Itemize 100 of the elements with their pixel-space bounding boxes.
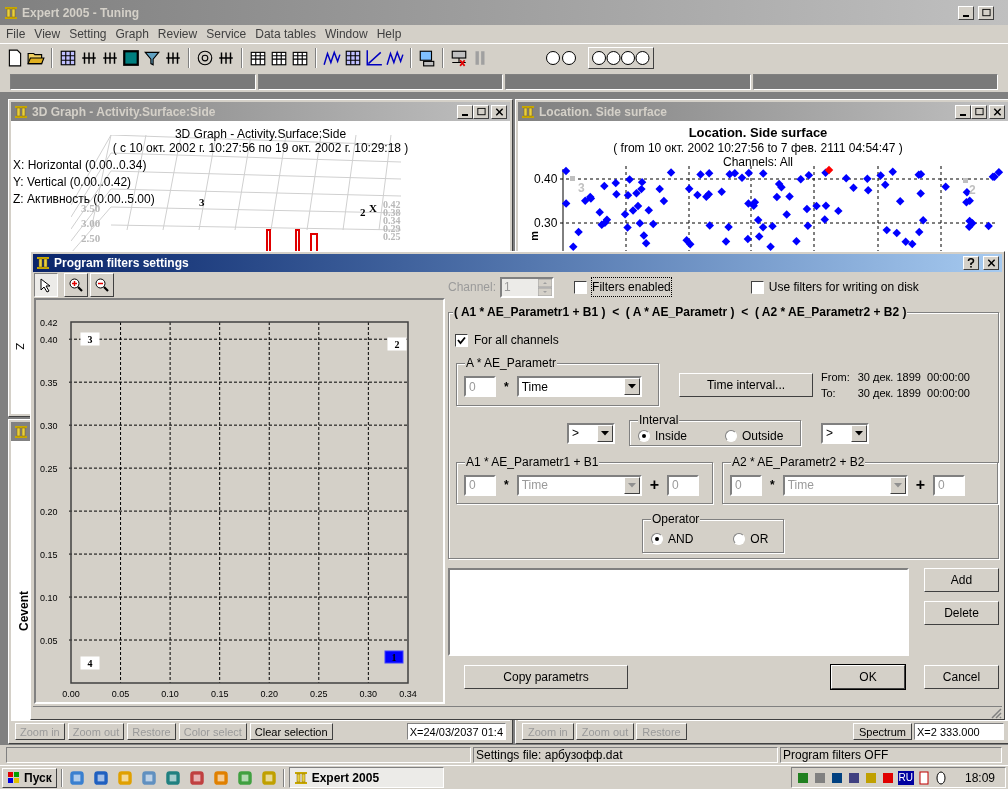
- tick-label: 2.50: [81, 231, 101, 246]
- close-button[interactable]: [491, 104, 507, 119]
- corner-label: 2: [969, 182, 976, 199]
- axes-icon[interactable]: [365, 48, 383, 67]
- add-button[interactable]: Add: [924, 568, 999, 592]
- tray-icon[interactable]: [795, 770, 810, 785]
- menu-item[interactable]: Service: [206, 25, 247, 43]
- menu-item[interactable]: Data tables: [255, 25, 316, 43]
- taskbar-button[interactable]: Expert 2005: [288, 767, 444, 788]
- minimize-button[interactable]: [958, 5, 974, 20]
- grid-icon[interactable]: [344, 48, 362, 67]
- tick-label: 0.30: [40, 421, 58, 432]
- quick-launch-icon[interactable]: [163, 768, 182, 787]
- menu-item[interactable]: Window: [324, 25, 368, 43]
- mouse-icon[interactable]: [933, 770, 948, 785]
- region-marker[interactable]: 2: [387, 337, 407, 351]
- tick-label: 0.15: [40, 550, 58, 561]
- tray-icon[interactable]: [846, 770, 861, 785]
- minimize-button[interactable]: [955, 104, 971, 119]
- language-indicator[interactable]: RU: [897, 770, 914, 785]
- axis-title: Cevent: [16, 591, 32, 631]
- checkbox[interactable]: [455, 333, 468, 347]
- channel-label: Channel:: [448, 279, 497, 296]
- radio-label: Outside: [742, 427, 784, 445]
- radio-button[interactable]: [651, 533, 663, 545]
- region-marker[interactable]: 4: [80, 656, 100, 670]
- tray-icon[interactable]: [916, 770, 931, 785]
- maximize-button[interactable]: [971, 104, 987, 119]
- comparison-dropdown[interactable]: >: [821, 422, 869, 444]
- menu-item[interactable]: Setting: [69, 25, 107, 43]
- minimize-button[interactable]: [457, 104, 473, 119]
- corner-marker: [963, 178, 968, 183]
- menu-item[interactable]: Graph: [115, 25, 149, 43]
- target-icon[interactable]: [196, 48, 214, 67]
- menu-item[interactable]: View: [34, 25, 61, 43]
- tick-label: 0.40: [534, 172, 558, 186]
- tick-label: 0.10: [161, 689, 179, 699]
- line-chart-icon[interactable]: [386, 48, 404, 67]
- axis-label: Z: [14, 343, 26, 350]
- readout-field: X=2 333.000: [914, 722, 1004, 740]
- pointer-tool-button[interactable]: [34, 273, 58, 297]
- menu-item[interactable]: Help: [376, 25, 402, 43]
- date-range-text: ( from 10 окт. 2002 10:27:56 to 7 фев. 2111 04:54:47 ): [613, 141, 903, 155]
- radio-button[interactable]: [725, 429, 738, 442]
- square-icon[interactable]: [122, 48, 140, 67]
- corner-label: 3: [199, 195, 205, 210]
- minimize-icon: [963, 14, 969, 17]
- quick-launch-icon[interactable]: [67, 768, 86, 787]
- corner-marker: [570, 176, 575, 181]
- network-delete-icon[interactable]: [450, 48, 468, 67]
- parameter-dropdown[interactable]: Time: [516, 376, 642, 397]
- maximize-button[interactable]: [473, 104, 489, 119]
- time-interval-button[interactable]: Time interval...: [679, 372, 813, 397]
- minimize-icon: [462, 113, 468, 116]
- ok-button[interactable]: OK: [831, 665, 905, 689]
- zoom-in-button[interactable]: [64, 273, 88, 297]
- radio-button[interactable]: [733, 533, 746, 545]
- app-icon: [293, 770, 308, 785]
- axis-title: m: [527, 231, 541, 241]
- tick-label: 0.25: [383, 233, 401, 241]
- copy-button[interactable]: Copy parametrs: [464, 665, 628, 689]
- maximize-button[interactable]: [978, 5, 994, 20]
- help-icon: [967, 258, 975, 268]
- tick-label: 0.05: [40, 636, 58, 646]
- zoom-out-button[interactable]: [90, 273, 114, 297]
- line-chart-icon[interactable]: [323, 48, 341, 67]
- comparison-dropdown[interactable]: >: [567, 422, 615, 444]
- grid-icon[interactable]: [59, 48, 77, 67]
- tray-icon[interactable]: [880, 770, 895, 785]
- delete-button[interactable]: Delete: [924, 601, 999, 625]
- close-button[interactable]: [989, 104, 1005, 119]
- tick-label: 0.20: [40, 507, 58, 518]
- menu-item[interactable]: Review: [157, 25, 198, 43]
- multiply-sign: *: [504, 378, 509, 396]
- quick-launch-icon[interactable]: [187, 768, 206, 787]
- to-value: 30 дек. 1899 00:00:00: [857, 385, 970, 401]
- monitor-icon[interactable]: [418, 48, 436, 67]
- help-button[interactable]: [963, 256, 979, 270]
- checkbox[interactable]: [750, 280, 764, 294]
- maximize-icon: [973, 106, 985, 117]
- tray-icon[interactable]: [829, 770, 844, 785]
- region-marker[interactable]: 3: [80, 332, 100, 346]
- zoom-in-icon: [68, 277, 84, 293]
- clock: 18:09: [964, 769, 995, 787]
- multiply-sign: *: [770, 477, 775, 494]
- filter-list[interactable]: [448, 568, 909, 656]
- checkbox[interactable]: [574, 280, 588, 294]
- menu-item[interactable]: File: [6, 25, 26, 43]
- status-panel: Program filters OFF: [780, 747, 1002, 763]
- cancel-button[interactable]: Cancel: [924, 665, 999, 689]
- radio-button[interactable]: [638, 429, 650, 442]
- tick-label: 0.10: [40, 593, 58, 604]
- window-title: 3D Graph - Activity.Surface:Side: [32, 103, 216, 121]
- close-button[interactable]: [983, 256, 999, 270]
- toolbar-button[interactable]: Clear selection: [249, 722, 333, 740]
- toolbar-button[interactable]: Spectrum: [852, 722, 912, 740]
- graph-heading: 3D Graph - Activity.Surface:Side: [174, 127, 347, 141]
- new-file-icon[interactable]: [6, 48, 24, 67]
- quick-launch-icon[interactable]: [91, 768, 110, 787]
- start-button[interactable]: Пуск: [2, 767, 57, 788]
